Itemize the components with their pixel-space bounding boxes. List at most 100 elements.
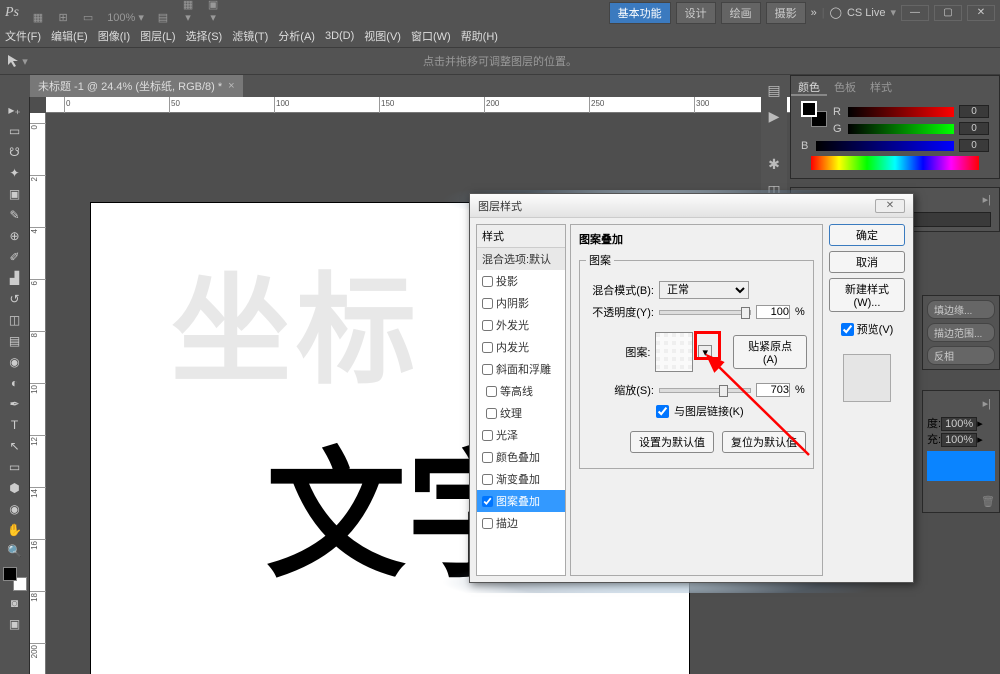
view-icon[interactable]: ▭ xyxy=(79,11,97,27)
menu-layer[interactable]: 图层(L) xyxy=(140,28,175,44)
bridge-icon[interactable]: ▦ xyxy=(29,11,47,27)
dodge-tool[interactable]: ◐ xyxy=(4,374,26,392)
move-tool-indicator[interactable]: ▾ xyxy=(6,50,28,72)
quickmask-tool[interactable]: ◙ xyxy=(4,594,26,612)
invert-btn[interactable]: 反相 xyxy=(927,346,995,365)
opacity-slider[interactable] xyxy=(659,310,751,315)
style-checkbox[interactable] xyxy=(482,430,493,441)
b-slider[interactable] xyxy=(816,141,954,151)
pen-tool[interactable]: ✒ xyxy=(4,395,26,413)
minimize-button[interactable]: — xyxy=(901,5,929,21)
style-item-等高线[interactable]: 等高线 xyxy=(477,380,565,402)
hand-icon[interactable]: ▤ xyxy=(154,11,172,27)
lasso-tool[interactable]: ☋ xyxy=(4,143,26,161)
menu-3d[interactable]: 3D(D) xyxy=(325,30,354,42)
opacity-input[interactable] xyxy=(756,305,790,319)
style-item-颜色叠加[interactable]: 颜色叠加 xyxy=(477,446,565,468)
gradient-tool[interactable]: ▤ xyxy=(4,332,26,350)
layer-opacity[interactable]: 100% xyxy=(941,417,977,431)
styles-header[interactable]: 样式 xyxy=(477,225,565,248)
stamp-tool[interactable]: ▟ xyxy=(4,269,26,287)
menu-filter[interactable]: 滤镜(T) xyxy=(232,28,268,44)
workspace-paint-button[interactable]: 绘画 xyxy=(721,2,761,24)
style-checkbox[interactable] xyxy=(482,320,493,331)
r-value[interactable]: 0 xyxy=(959,105,989,118)
tab-swatches[interactable]: 色板 xyxy=(827,76,863,96)
style-item-内阴影[interactable]: 内阴影 xyxy=(477,292,565,314)
cancel-button[interactable]: 取消 xyxy=(829,251,905,273)
style-checkbox[interactable] xyxy=(482,518,493,529)
workspace-essentials-button[interactable]: 基本功能 xyxy=(609,2,671,24)
style-item-描边[interactable]: 描边 xyxy=(477,512,565,534)
workspace-photo-button[interactable]: 摄影 xyxy=(766,2,806,24)
tab-styles[interactable]: 样式 xyxy=(863,76,899,96)
snap-origin-button[interactable]: 贴紧原点(A) xyxy=(733,335,807,369)
cslive-dropdown-icon[interactable]: ▾ xyxy=(890,6,896,19)
pattern-dropdown-icon[interactable]: ▾ xyxy=(698,345,712,360)
screen-icon[interactable]: ▣ ▾ xyxy=(204,0,222,14)
style-checkbox[interactable] xyxy=(482,276,493,287)
spectrum-bar[interactable] xyxy=(811,156,979,170)
style-item-光泽[interactable]: 光泽 xyxy=(477,424,565,446)
document-tab[interactable]: 未标题 -1 @ 24.4% (坐标纸, RGB/8) * × xyxy=(30,75,243,97)
active-layer-row[interactable] xyxy=(927,451,995,481)
menu-window[interactable]: 窗口(W) xyxy=(411,28,451,44)
style-checkbox[interactable] xyxy=(482,496,493,507)
close-button[interactable]: ✕ xyxy=(967,5,995,21)
screenmode-tool[interactable]: ▣ xyxy=(4,615,26,633)
crop-tool[interactable]: ▣ xyxy=(4,185,26,203)
style-item-渐变叠加[interactable]: 渐变叠加 xyxy=(477,468,565,490)
cslive-button[interactable]: CS Live xyxy=(847,7,886,19)
menu-analysis[interactable]: 分析(A) xyxy=(278,28,315,44)
type-tool[interactable]: T xyxy=(4,416,26,434)
style-item-图案叠加[interactable]: 图案叠加 xyxy=(477,490,565,512)
dialog-close-button[interactable]: ✕ xyxy=(875,199,905,213)
g-slider[interactable] xyxy=(848,124,954,134)
style-checkbox[interactable] xyxy=(482,452,493,463)
history-brush-tool[interactable]: ↺ xyxy=(4,290,26,308)
3d-cam-tool[interactable]: ◉ xyxy=(4,500,26,518)
style-checkbox[interactable] xyxy=(486,386,497,397)
style-checkbox[interactable] xyxy=(482,364,493,375)
style-checkbox[interactable] xyxy=(482,474,493,485)
link-layer-checkbox[interactable] xyxy=(656,405,669,418)
wand-tool[interactable]: ✦ xyxy=(4,164,26,182)
eraser-tool[interactable]: ◫ xyxy=(4,311,26,329)
edge-btn[interactable]: 填边缘... xyxy=(927,300,995,319)
shape-tool[interactable]: ▭ xyxy=(4,458,26,476)
menu-select[interactable]: 选择(S) xyxy=(186,28,223,44)
zoom-label[interactable]: 100% ▾ xyxy=(104,11,147,27)
hand-tool[interactable]: ✋ xyxy=(4,521,26,539)
reset-default-button[interactable]: 复位为默认值 xyxy=(722,431,806,453)
menu-help[interactable]: 帮助(H) xyxy=(461,28,498,44)
new-style-button[interactable]: 新建样式(W)... xyxy=(829,278,905,312)
pattern-preview[interactable] xyxy=(655,332,693,372)
style-checkbox[interactable] xyxy=(482,298,493,309)
blend-mode-select[interactable]: 正常 xyxy=(659,281,749,299)
brush-tool[interactable]: ✐ xyxy=(4,248,26,266)
style-item-内发光[interactable]: 内发光 xyxy=(477,336,565,358)
r-slider[interactable] xyxy=(848,107,954,117)
blend-defaults-item[interactable]: 混合选项:默认 xyxy=(477,248,565,270)
fg-color[interactable] xyxy=(3,567,17,581)
trash-icon[interactable]: 🗑 xyxy=(981,496,995,508)
blur-tool[interactable]: ◉ xyxy=(4,353,26,371)
history-icon[interactable]: ▤ xyxy=(763,79,785,101)
arrange-icon[interactable]: ▦ ▾ xyxy=(179,0,197,14)
3d-tool[interactable]: ⬢ xyxy=(4,479,26,497)
zoom-tool[interactable]: 🔍 xyxy=(4,542,26,560)
workspace-more-icon[interactable]: » xyxy=(811,7,817,19)
menu-edit[interactable]: 编辑(E) xyxy=(51,28,88,44)
eyedropper-tool[interactable]: ✎ xyxy=(4,206,26,224)
style-item-斜面和浮雕[interactable]: 斜面和浮雕 xyxy=(477,358,565,380)
set-default-button[interactable]: 设置为默认值 xyxy=(630,431,714,453)
heal-tool[interactable]: ⊕ xyxy=(4,227,26,245)
cslive-icon[interactable]: ◯ xyxy=(830,6,842,19)
style-item-投影[interactable]: 投影 xyxy=(477,270,565,292)
maximize-button[interactable]: ▢ xyxy=(934,5,962,21)
layer-fill[interactable]: 100% xyxy=(941,433,977,447)
stroke-btn[interactable]: 描边范围... xyxy=(927,323,995,342)
move-tool[interactable]: ▸₊ xyxy=(4,101,26,119)
workspace-design-button[interactable]: 设计 xyxy=(676,2,716,24)
color-swatches[interactable] xyxy=(3,567,27,591)
